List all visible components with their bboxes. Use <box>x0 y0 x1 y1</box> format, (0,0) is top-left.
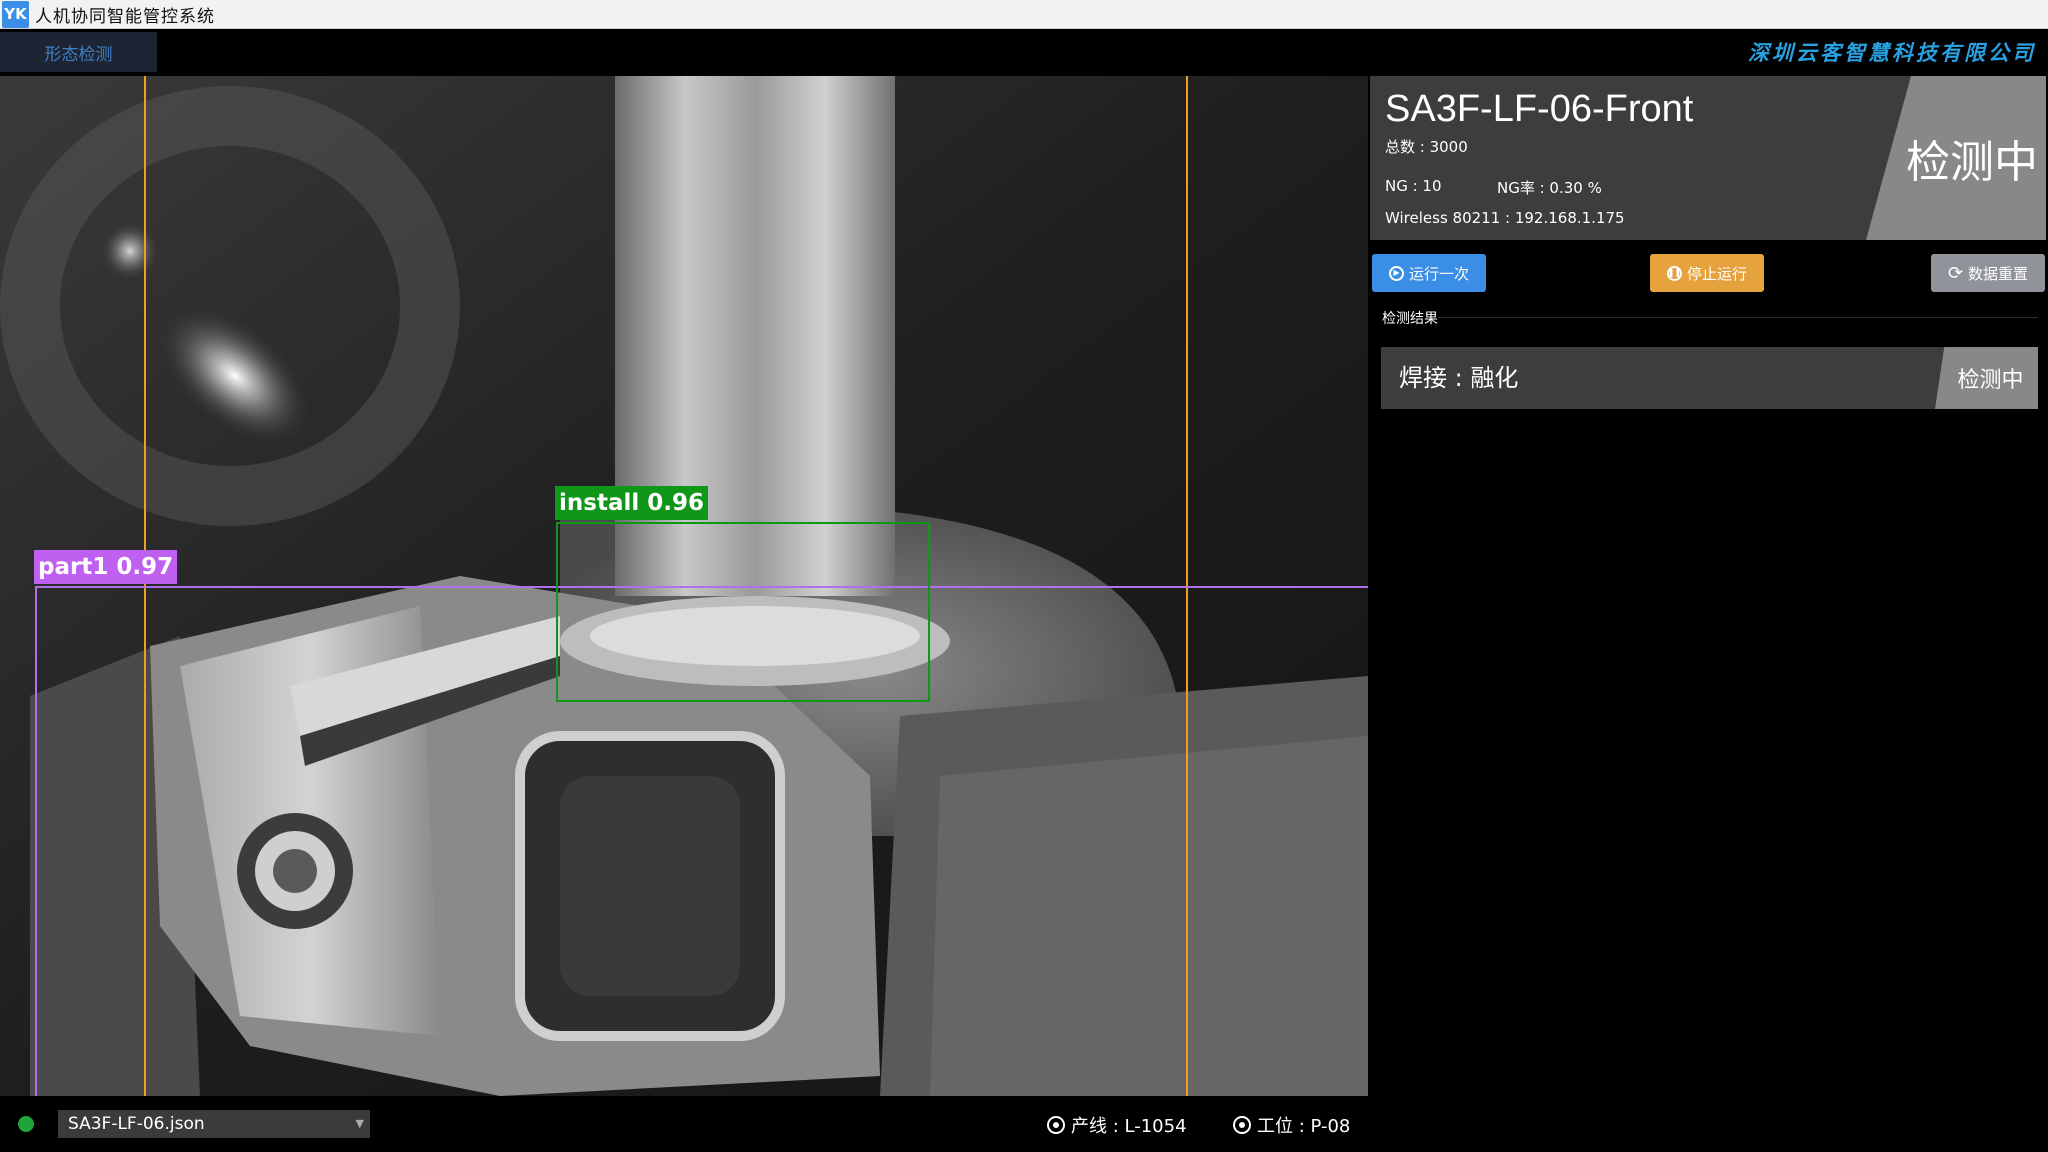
title-bar: YK 人机协同智能管控系统 <box>0 0 2048 29</box>
footer-bar: SA3F-LF-06.json ▼ 产线 : L-1054 工位 : P-08 <box>0 1096 2048 1152</box>
section-divider <box>1438 317 2038 318</box>
ng-rate: NG率 : 0.30 % <box>1497 179 1602 197</box>
production-line-info: 产线 : L-1054 <box>1047 1112 1187 1138</box>
results-section-title: 检测结果 <box>1382 311 1438 327</box>
company-name: 深圳云客智慧科技有限公司 <box>1748 40 2036 65</box>
run-once-label: 运行一次 <box>1408 264 1469 283</box>
app-title: 人机协同智能管控系统 <box>35 6 215 27</box>
play-icon: ▶ <box>1388 265 1404 281</box>
connection-status-indicator <box>18 1116 34 1132</box>
ng-count: NG : 10 <box>1385 177 1442 195</box>
stop-label: 停止运行 <box>1686 264 1747 283</box>
right-panel: SA3F-LF-06-Front 总数 : 3000 NG : 10 NG率 :… <box>1368 76 2048 1096</box>
status-badge: 检测中 <box>1866 76 2046 240</box>
total-count: 总数 : 3000 <box>1385 138 1468 156</box>
device-info-card: SA3F-LF-06-Front 总数 : 3000 NG : 10 NG率 :… <box>1370 76 2046 240</box>
run-once-button[interactable]: ▶ 运行一次 <box>1372 254 1486 292</box>
location-target-icon <box>1047 1116 1065 1134</box>
station-info: 工位 : P-08 <box>1233 1112 1350 1138</box>
result-item: 焊接 : 融化 检测中 <box>1381 347 2038 409</box>
reset-label: 数据重置 <box>1968 264 2029 283</box>
detection-label-part1: part1 0.97 <box>34 550 178 584</box>
config-file-value: SA3F-LF-06.json <box>68 1114 205 1134</box>
chevron-down-icon: ▼ <box>355 1117 364 1130</box>
stop-button[interactable]: ❚❚ 停止运行 <box>1650 254 1764 292</box>
camera-image <box>0 76 1368 1096</box>
tab-shape-detection[interactable]: 形态检测 <box>0 32 157 72</box>
result-label: 焊接 : 融化 <box>1399 364 1519 392</box>
location-target-icon <box>1233 1116 1251 1134</box>
device-name: SA3F-LF-06-Front <box>1385 88 1694 130</box>
camera-view: install 0.96 part1 0.97 <box>0 76 1368 1096</box>
refresh-icon: ⟳ <box>1947 262 1964 284</box>
production-line-label: 产线 : L-1054 <box>1071 1116 1187 1137</box>
station-label: 工位 : P-08 <box>1257 1116 1351 1137</box>
config-file-select[interactable]: SA3F-LF-06.json ▼ <box>58 1110 370 1138</box>
pause-icon: ❚❚ <box>1666 265 1682 281</box>
top-nav: 形态检测 深圳云客智慧科技有限公司 <box>0 29 2048 74</box>
detection-label-install: install 0.96 <box>555 486 708 520</box>
wireless-address: Wireless 80211 : 192.168.1.175 <box>1385 209 1625 227</box>
app-logo: YK <box>2 0 29 28</box>
reset-data-button[interactable]: ⟳ 数据重置 <box>1931 254 2045 292</box>
result-status-badge: 检测中 <box>1935 347 2038 409</box>
